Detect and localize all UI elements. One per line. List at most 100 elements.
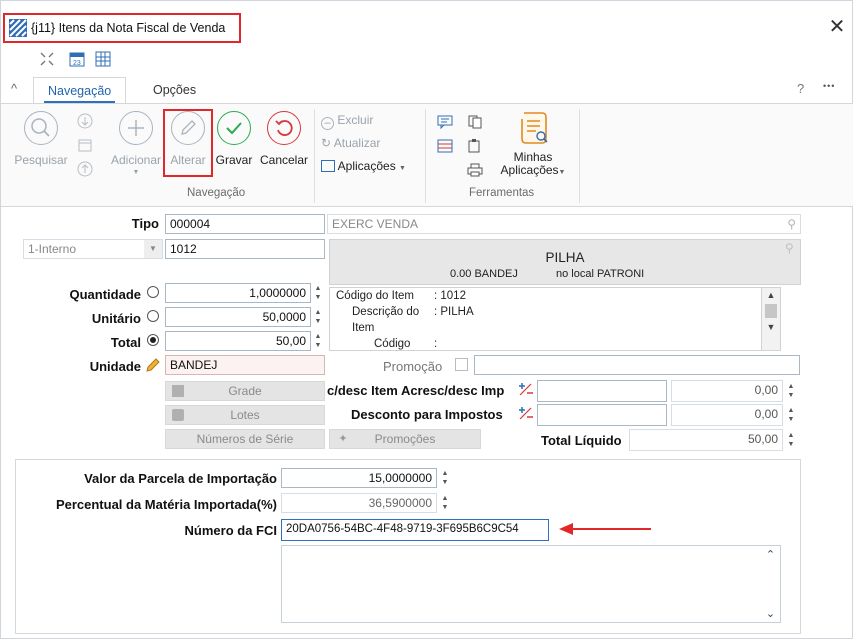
pesquisar-button[interactable]: Pesquisar [13, 111, 69, 167]
search-icon[interactable]: ⚲ [787, 215, 796, 233]
calendar-icon[interactable]: 23 [69, 51, 85, 67]
promocoes-label: Promoções [374, 432, 436, 446]
aplicacoes-button[interactable]: Aplicações ▼ [321, 159, 406, 173]
product-details-list: Código do Item : 1012 Descrição do : PIL… [329, 287, 781, 351]
arrow-up-icon[interactable] [77, 161, 93, 177]
lotes-label: Lotes [230, 408, 260, 422]
acresc-desc-input[interactable] [537, 380, 667, 402]
acresc-desc-label: c/desc Item Acresc/desc Imp [327, 383, 505, 398]
desconto-impostos-input[interactable] [537, 404, 667, 426]
ribbon-separator [579, 109, 580, 203]
percentual-materia-input[interactable]: 36,5900000 [281, 493, 437, 513]
parcela-spinner[interactable]: ▲ ▼ [439, 469, 451, 487]
quantidade-input[interactable]: 1,0000000 [165, 283, 311, 303]
calendar-small-icon[interactable] [77, 137, 93, 153]
desconto-impostos-value[interactable]: 0,00 [671, 404, 783, 426]
total-spinner[interactable]: ▲ ▼ [312, 332, 324, 350]
stock-location: no local PATRONI [556, 268, 645, 280]
detail-value: : PILHA [434, 306, 474, 318]
ribbon-collapse-icon[interactable]: ^ [11, 81, 17, 96]
promocoes-button[interactable]: ✦ Promoções [329, 429, 481, 449]
adicionar-label: Adicionar [110, 153, 162, 167]
scroll-up-icon[interactable]: ⌃ [761, 548, 780, 561]
item-code-input[interactable]: 1012 [165, 239, 325, 259]
scroll-up-icon[interactable]: ▲ [762, 290, 780, 300]
excluir-button[interactable]: – Excluir [321, 113, 373, 130]
svg-text:23: 23 [73, 60, 81, 67]
detail-key: Item [352, 322, 375, 334]
scroll-thumb[interactable] [765, 304, 777, 318]
textarea-scrollbar[interactable]: ⌃ ⌄ [761, 546, 780, 622]
list-view-icon[interactable] [437, 139, 453, 153]
origem-value: 1-Interno [28, 242, 77, 256]
acresc-desc-value[interactable]: 0,00 [671, 380, 783, 402]
unidade-input[interactable]: BANDEJ [165, 355, 325, 375]
chevron-down-icon[interactable]: ▼ [144, 240, 162, 258]
parcela-importacao-label: Valor da Parcela de Importação [84, 471, 277, 486]
collapse-icon[interactable] [39, 51, 55, 67]
adicionar-dropdown-icon: ▼ [132, 169, 140, 176]
ribbon-tabs: ^ Navegação Opções ? ••• [1, 77, 853, 104]
pencil-edit-icon[interactable] [145, 357, 161, 373]
origem-select[interactable]: 1-Interno ▼ [23, 239, 163, 259]
close-icon[interactable]: ✕ [827, 17, 847, 37]
quantidade-spinner[interactable]: ▲ ▼ [312, 284, 324, 302]
plus-minus-icon[interactable] [517, 405, 535, 421]
more-options-icon[interactable]: ••• [823, 81, 835, 91]
numero-fci-input[interactable]: 20DA0756-54BC-4F48-9719-3F695B6C9C54 [281, 519, 549, 541]
observation-textarea[interactable] [281, 545, 781, 623]
parcela-importacao-input[interactable]: 15,0000000 [281, 468, 437, 488]
unitario-spinner[interactable]: ▲ ▼ [312, 308, 324, 326]
total-input[interactable]: 50,00 [165, 331, 311, 351]
tipo-code-input[interactable]: 000004 [165, 214, 325, 234]
print-icon[interactable] [467, 163, 483, 177]
unitario-input[interactable]: 50,0000 [165, 307, 311, 327]
gravar-button[interactable]: Gravar [213, 111, 255, 167]
total-liquido-spinner[interactable]: ▲ ▼ [785, 431, 797, 449]
minhas-aplicacoes-button[interactable]: Minhas Aplicações▼ [497, 109, 569, 179]
comment-icon[interactable] [437, 115, 453, 130]
minhas-aplicacoes-label: Aplicações▼ [497, 164, 569, 179]
grade-button[interactable]: Grade [165, 381, 325, 401]
unitario-radio[interactable] [147, 310, 159, 322]
percentual-spinner[interactable]: ▲ ▼ [439, 494, 451, 512]
tab-opcoes[interactable]: Opções [139, 77, 210, 103]
quantidade-radio[interactable] [147, 286, 159, 298]
minhas-dropdown-icon: ▼ [558, 169, 566, 176]
gravar-label: Gravar [215, 153, 253, 167]
total-radio[interactable] [147, 334, 159, 346]
promocao-input[interactable] [474, 355, 800, 375]
product-header-panel: PILHA 0.00 BANDEJ no local PATRONI [329, 239, 801, 285]
stock-quantity: 0.00 BANDEJ [450, 268, 518, 280]
cancelar-button[interactable]: Cancelar [257, 111, 311, 167]
unitario-label: Unitário [91, 311, 141, 326]
lotes-button[interactable]: Lotes [165, 405, 325, 425]
detail-key: Descrição do [352, 306, 420, 318]
help-icon[interactable]: ? [797, 81, 804, 96]
window-list-icon [321, 160, 335, 172]
plus-minus-icon[interactable] [517, 381, 535, 397]
adicionar-button[interactable]: Adicionar ▼ [107, 111, 165, 176]
percentual-materia-label: Percentual da Matéria Importada(%) [55, 497, 277, 512]
scroll-down-icon[interactable]: ▼ [762, 322, 780, 332]
quantidade-label: Quantidade [69, 287, 141, 302]
copy-icon[interactable] [467, 115, 483, 129]
desconto-spinner[interactable]: ▲ ▼ [785, 406, 797, 424]
details-scrollbar[interactable]: ▲ ▼ [761, 287, 781, 351]
numeros-serie-button[interactable]: Números de Série [165, 429, 325, 449]
arrow-down-icon[interactable] [77, 113, 93, 129]
atualizar-button[interactable]: ↻ Atualizar [321, 136, 380, 150]
pencil-icon [171, 111, 205, 145]
promocao-checkbox[interactable] [455, 358, 468, 371]
tab-navegacao[interactable]: Navegação [33, 77, 127, 104]
cancelar-label: Cancelar [259, 153, 309, 167]
total-label: Total [110, 335, 141, 350]
table-grid-icon[interactable] [95, 51, 111, 67]
alterar-button[interactable]: Alterar [165, 111, 211, 167]
acresc-spinner[interactable]: ▲ ▼ [785, 382, 797, 400]
paste-icon[interactable] [467, 139, 483, 153]
pesquisar-label: Pesquisar [14, 153, 68, 167]
scroll-down-icon[interactable]: ⌄ [761, 607, 780, 620]
scroll-document-icon [516, 109, 550, 147]
product-search-icon[interactable]: ⚲ [785, 241, 794, 255]
